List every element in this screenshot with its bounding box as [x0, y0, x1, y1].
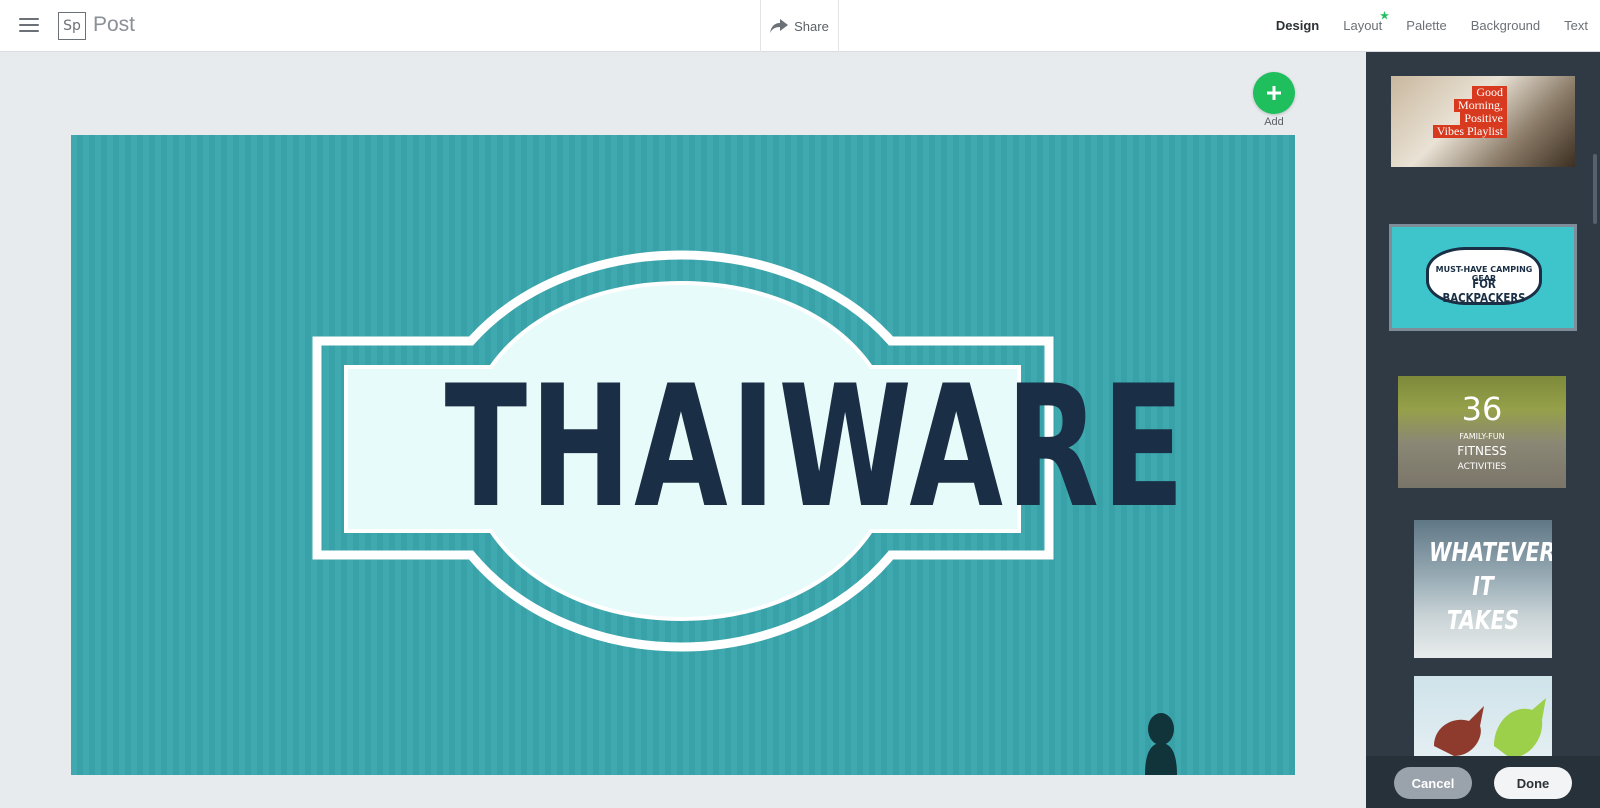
tab-palette-label: Palette: [1406, 18, 1447, 33]
tab-layout-label: Layout: [1343, 18, 1383, 33]
thumbnail-line: TAKES: [1446, 606, 1520, 636]
nav-tabs: Design Layout Palette Background Text: [1264, 0, 1600, 52]
design-thumbnail[interactable]: WHATEVER IT TAKES: [1414, 520, 1552, 658]
design-canvas[interactable]: THAIWARE: [71, 135, 1295, 775]
tab-design[interactable]: Design: [1264, 0, 1331, 52]
thumbnail-line: FITNESS: [1457, 444, 1507, 458]
person-silhouette: [1145, 713, 1177, 775]
thumbnail-line: 36: [1461, 390, 1503, 428]
star-icon: [1380, 11, 1390, 20]
design-thumbnail-selected[interactable]: MUST-HAVE CAMPING GEAR FOR BACKPACKERS: [1389, 224, 1577, 331]
share-button[interactable]: Share: [760, 0, 839, 52]
tab-text[interactable]: Text: [1552, 0, 1600, 52]
thumbnail-line: WHATEVER: [1429, 538, 1552, 568]
add-button[interactable]: [1253, 72, 1295, 114]
canvas-title[interactable]: THAIWARE: [445, 363, 1185, 531]
cancel-button[interactable]: Cancel: [1394, 767, 1472, 799]
tab-text-label: Text: [1564, 18, 1588, 33]
tab-background[interactable]: Background: [1459, 0, 1552, 52]
plus-icon: [1267, 86, 1281, 100]
add-label: Add: [1264, 116, 1284, 128]
share-label: Share: [794, 18, 829, 34]
panel-footer: Cancel Done: [1366, 756, 1600, 808]
share-arrow-icon: [770, 19, 789, 33]
thumbnail-line: IT: [1472, 572, 1494, 602]
thumbnail-line: Vibes Playlist: [1432, 125, 1507, 138]
app-logo: Sp: [58, 12, 86, 40]
tab-design-label: Design: [1275, 18, 1320, 33]
design-thumbnail[interactable]: Good Morning, Positive Vibes Playlist: [1391, 76, 1575, 167]
thumbnail-line: ACTIVITIES: [1457, 462, 1507, 472]
app-name: Post: [93, 13, 136, 36]
design-panel: Good Morning, Positive Vibes Playlist MU…: [1366, 52, 1600, 808]
done-button[interactable]: Done: [1494, 767, 1572, 799]
tab-palette[interactable]: Palette: [1394, 0, 1458, 52]
thumbnail-line: FAMILY-FUN: [1459, 432, 1505, 441]
hamburger-menu-icon[interactable]: [19, 18, 39, 34]
thumbnail-text: Good Morning, Positive Vibes Playlist: [1411, 86, 1507, 140]
tab-background-label: Background: [1470, 18, 1541, 33]
tab-layout[interactable]: Layout: [1331, 0, 1394, 52]
panel-scrollbar[interactable]: [1593, 154, 1597, 224]
design-thumbnail[interactable]: 36 FAMILY-FUN FITNESS ACTIVITIES: [1398, 376, 1566, 488]
thumbnail-line: FOR BACKPACKERS: [1442, 277, 1526, 305]
top-bar: Sp Post Share Design Layout Palette Back…: [0, 0, 1600, 52]
